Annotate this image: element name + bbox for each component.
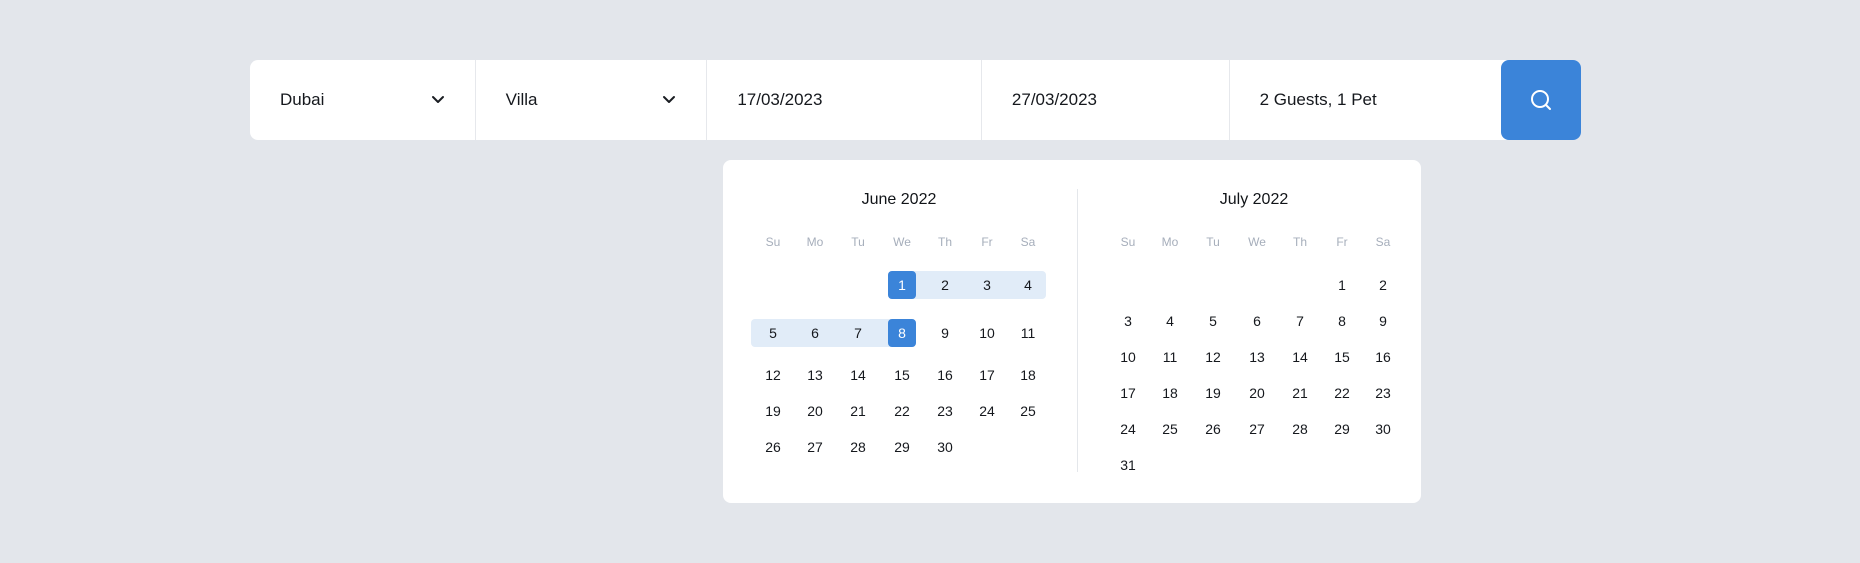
calendar-day-selected[interactable]: 1 <box>888 271 916 299</box>
calendar-day[interactable]: 7 <box>844 319 872 347</box>
weekday-label: Su <box>765 235 781 249</box>
calendar-day[interactable]: 13 <box>1243 343 1271 371</box>
location-dropdown[interactable]: Dubai <box>250 60 476 140</box>
calendar-day[interactable]: 31 <box>1114 451 1142 479</box>
check-in-field[interactable]: 17/03/2023 <box>707 60 982 140</box>
calendar-day[interactable]: 7 <box>1286 307 1314 335</box>
chevron-down-icon <box>663 96 676 103</box>
calendar-day[interactable]: 23 <box>1369 379 1397 407</box>
calendar-day[interactable]: 6 <box>1243 307 1271 335</box>
weekday-label: Th <box>937 235 952 249</box>
calendar-day[interactable]: 29 <box>888 433 916 461</box>
property-type-value: Villa <box>505 90 538 109</box>
calendar-day[interactable]: 15 <box>1328 343 1356 371</box>
calendar-day[interactable]: 25 <box>1156 415 1184 443</box>
calendar-day[interactable]: 2 <box>931 271 959 299</box>
calendar-day[interactable]: 30 <box>1369 415 1397 443</box>
search-bar: Dubai Villa 17/03/2023 27/03/2023 2 Gues… <box>250 60 1581 140</box>
month-title: June 2022 <box>861 191 937 208</box>
calendar-day[interactable]: 20 <box>801 397 829 425</box>
calendar-day[interactable]: 23 <box>931 397 959 425</box>
calendar-day[interactable]: 18 <box>1156 379 1184 407</box>
calendar-day[interactable]: 3 <box>973 271 1001 299</box>
check-out-field[interactable]: 27/03/2023 <box>982 60 1230 140</box>
calendar-day[interactable]: 12 <box>759 361 787 389</box>
search-button[interactable] <box>1501 60 1581 140</box>
calendar-day[interactable]: 24 <box>1114 415 1142 443</box>
check-in-value: 17/03/2023 <box>737 90 823 109</box>
guests-value: 2 Guests, 1 Pet <box>1259 90 1377 109</box>
calendar-day[interactable]: 2 <box>1369 271 1397 299</box>
calendar-day[interactable]: 17 <box>1114 379 1142 407</box>
calendar-day[interactable]: 14 <box>1286 343 1314 371</box>
calendar-day[interactable]: 27 <box>1243 415 1271 443</box>
calendar-day[interactable]: 10 <box>1114 343 1142 371</box>
weekday-label: Tu <box>1206 235 1220 249</box>
calendar-day[interactable]: 16 <box>931 361 959 389</box>
property-type-dropdown[interactable]: Villa <box>476 60 708 140</box>
calendar-day[interactable]: 9 <box>1369 307 1397 335</box>
calendar-day[interactable]: 24 <box>973 397 1001 425</box>
calendar-day[interactable]: 5 <box>759 319 787 347</box>
calendar-day[interactable]: 26 <box>759 433 787 461</box>
weekday-label: Mo <box>1161 235 1179 249</box>
calendar-day[interactable]: 14 <box>844 361 872 389</box>
calendar-day[interactable]: 19 <box>759 397 787 425</box>
calendar-day[interactable]: 15 <box>888 361 916 389</box>
calendar-day[interactable]: 21 <box>1286 379 1314 407</box>
calendar-day[interactable]: 28 <box>844 433 872 461</box>
check-out-value: 27/03/2023 <box>1011 90 1098 109</box>
date-picker: June 2022 Su Mo Tu We Th Fr Sa 1 2 3 4 5 6 7 8 9 10 11 12 1… <box>723 160 1421 503</box>
calendar-day[interactable]: 22 <box>888 397 916 425</box>
calendar-day[interactable]: 8 <box>1328 307 1356 335</box>
calendar-month-july: July 2022 Su Mo Tu We Th Fr Sa 1 2 3 4 5 6 7 8 9 10 11 12 1… <box>1107 160 1407 503</box>
calendar-day[interactable]: 30 <box>931 433 959 461</box>
calendar-day[interactable]: 26 <box>1199 415 1227 443</box>
weekday-label: Fr <box>981 235 993 249</box>
search-icon <box>1531 90 1552 110</box>
calendar-day[interactable]: 27 <box>801 433 829 461</box>
calendar-day[interactable]: 6 <box>801 319 829 347</box>
month-title: July 2022 <box>1219 191 1289 208</box>
location-value: Dubai <box>280 90 325 109</box>
weekday-label: Tu <box>851 235 865 249</box>
weekday-label: Sa <box>1020 235 1036 249</box>
calendar-day[interactable]: 22 <box>1328 379 1356 407</box>
calendar-day[interactable]: 21 <box>844 397 872 425</box>
calendar-day-selected[interactable]: 8 <box>888 319 916 347</box>
calendar-day[interactable]: 11 <box>1156 343 1184 371</box>
calendar-day[interactable]: 28 <box>1286 415 1314 443</box>
calendar-month-june: June 2022 Su Mo Tu We Th Fr Sa 1 2 3 4 5 6 7 8 9 10 11 12 1… <box>751 160 1052 503</box>
calendar-day[interactable]: 18 <box>1014 361 1042 389</box>
weekday-label: We <box>1248 235 1266 249</box>
calendar-day[interactable]: 3 <box>1114 307 1142 335</box>
weekday-label: Mo <box>806 235 824 249</box>
guests-field[interactable]: 2 Guests, 1 Pet <box>1230 60 1502 140</box>
calendar-day[interactable]: 29 <box>1328 415 1356 443</box>
calendar-day[interactable]: 9 <box>931 319 959 347</box>
calendar-day[interactable]: 1 <box>1328 271 1356 299</box>
calendar-day[interactable]: 10 <box>973 319 1001 347</box>
calendar-day[interactable]: 25 <box>1014 397 1042 425</box>
calendar-day[interactable]: 4 <box>1014 271 1042 299</box>
calendar-day[interactable]: 12 <box>1199 343 1227 371</box>
weekday-label: Th <box>1292 235 1307 249</box>
calendar-day[interactable]: 11 <box>1014 319 1042 347</box>
calendar-day[interactable]: 19 <box>1199 379 1227 407</box>
calendar-day[interactable]: 20 <box>1243 379 1271 407</box>
calendar-day[interactable]: 4 <box>1156 307 1184 335</box>
weekday-label: Su <box>1120 235 1136 249</box>
chevron-down-icon <box>431 96 444 103</box>
calendar-day[interactable]: 13 <box>801 361 829 389</box>
weekday-label: Sa <box>1375 235 1391 249</box>
calendar-day[interactable]: 16 <box>1369 343 1397 371</box>
month-divider <box>1077 189 1078 472</box>
calendar-day[interactable]: 5 <box>1199 307 1227 335</box>
weekday-label: We <box>893 235 911 249</box>
weekday-label: Fr <box>1336 235 1348 249</box>
calendar-day[interactable]: 17 <box>973 361 1001 389</box>
